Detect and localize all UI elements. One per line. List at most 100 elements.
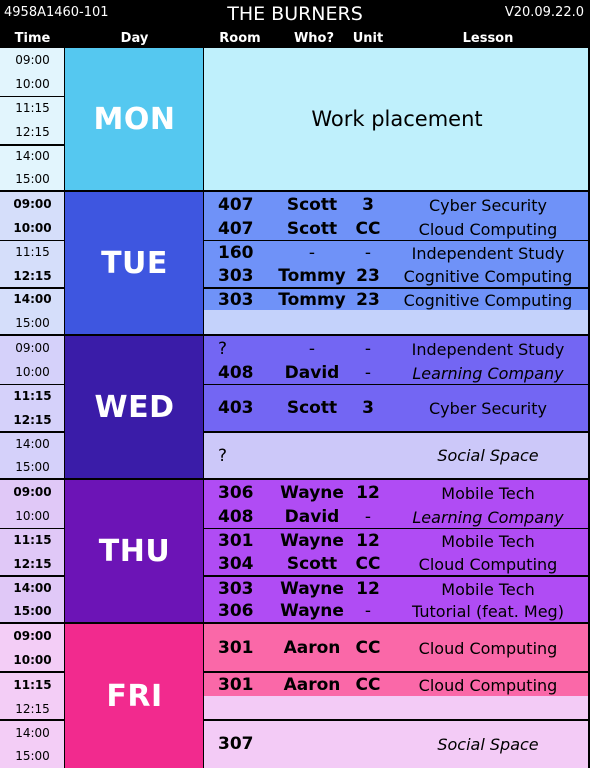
room: 306 (218, 483, 254, 503)
unit: 12 (356, 579, 380, 599)
teacher: Tommy (278, 290, 346, 310)
unit: 3 (362, 195, 374, 215)
divider (0, 431, 65, 433)
lesson-row: ? - - Independent Study (204, 337, 590, 361)
room: 301 (218, 531, 254, 551)
room: 303 (218, 579, 254, 599)
lesson-row: 407 Scott 3 Cyber Security (204, 193, 590, 217)
lesson-row: 307 Social Space (204, 721, 590, 767)
teacher: David (284, 507, 340, 527)
teacher: - (308, 339, 316, 359)
lesson: Learning Company (412, 507, 564, 527)
time-slot: 12:15 (13, 413, 52, 427)
room: 301 (218, 638, 254, 658)
lesson: Independent Study (411, 243, 565, 263)
divider (0, 671, 65, 673)
time-slot: 10:00 (15, 509, 50, 523)
divider (0, 384, 65, 385)
time-slot: 15:00 (13, 604, 52, 618)
divider (0, 719, 65, 721)
time-slot: 15:00 (15, 316, 50, 330)
teacher: Aaron (283, 638, 341, 658)
lesson: Mobile Tech (441, 579, 535, 599)
day-label-mon: MON (65, 48, 204, 190)
divider (0, 96, 65, 97)
lesson: Mobile Tech (441, 531, 535, 551)
lesson-row: 160 - - Independent Study (204, 241, 590, 265)
lesson-row: 304 Scott CC Cloud Computing (204, 552, 590, 576)
time-slot: 10:00 (13, 221, 52, 235)
time-slot: 15:00 (15, 172, 50, 186)
lesson: Cognitive Computing (403, 266, 573, 286)
teacher: - (308, 243, 316, 263)
time-slot: 09:00 (15, 341, 50, 355)
unit: CC (355, 219, 381, 239)
col-header-lesson: Lesson (462, 31, 514, 46)
divider (0, 240, 65, 241)
lesson: Cyber Security (428, 398, 547, 418)
unit: CC (355, 554, 381, 574)
lesson-row: 407 Scott CC Cloud Computing (204, 217, 590, 241)
room: ? (218, 339, 228, 359)
room: 403 (218, 398, 254, 418)
col-header-who: Who? (293, 31, 335, 46)
unit (350, 433, 386, 478)
time-slot: 10:00 (13, 653, 52, 667)
col-header-room: Room (219, 31, 261, 46)
time-slot: 14:00 (15, 149, 50, 163)
lesson-row: 306 Wayne - Tutorial (feat. Meg) (204, 600, 590, 622)
lesson: Cloud Computing (418, 675, 558, 695)
divider (0, 144, 65, 146)
lesson-row: 301 Wayne 12 Mobile Tech (204, 529, 590, 553)
lesson: Cyber Security (428, 195, 547, 215)
time-slot: 09:00 (15, 53, 50, 67)
lesson-row: 303 Tommy 23 Cognitive Computing (204, 289, 590, 311)
time-slot: 09:00 (13, 197, 52, 211)
time-slot: 14:00 (15, 437, 50, 451)
room: 303 (218, 266, 254, 286)
lesson-row: 301 Aaron CC Cloud Computing (204, 625, 590, 671)
room: 303 (218, 290, 254, 310)
room: 307 (218, 734, 254, 754)
lesson-row: 403 Scott 3 Cyber Security (204, 385, 590, 431)
lesson: Tutorial (feat. Meg) (412, 601, 564, 621)
teacher: David (284, 363, 340, 383)
lesson-row: 303 Tommy 23 Cognitive Computing (204, 264, 590, 288)
divider (203, 48, 204, 768)
teacher: Wayne (280, 483, 344, 503)
unit: 23 (356, 266, 380, 286)
time-slot: 14:00 (13, 581, 52, 595)
time-slot: 14:00 (13, 292, 52, 306)
room: 304 (218, 554, 254, 574)
teacher: Scott (286, 554, 338, 574)
time-slot: 09:00 (13, 629, 52, 643)
lesson-row: 301 Aaron CC Cloud Computing (204, 673, 590, 697)
teacher: Tommy (278, 266, 346, 286)
time-slot: 12:15 (13, 557, 52, 571)
time-slot: 12:15 (15, 125, 50, 139)
unit: 12 (356, 531, 380, 551)
divider (0, 575, 65, 577)
unit: - (364, 243, 372, 263)
teacher: Wayne (280, 601, 344, 621)
unit: - (364, 339, 372, 359)
time-slot: 11:15 (15, 245, 50, 259)
time-slot: 11:15 (13, 678, 52, 692)
lesson-row: 408 David - Learning Company (204, 361, 590, 385)
unit: - (364, 363, 372, 383)
day-label-tue: TUE (65, 192, 204, 334)
unit: - (364, 507, 372, 527)
time-slot: 12:15 (13, 269, 52, 283)
time-slot: 11:15 (15, 101, 50, 115)
unit: - (364, 601, 372, 621)
lesson-row: 408 David - Learning Company (204, 505, 590, 529)
room: 407 (218, 219, 254, 239)
lesson: Learning Company (412, 363, 564, 383)
lesson-row: 306 Wayne 12 Mobile Tech (204, 481, 590, 505)
col-header-unit: Unit (352, 31, 384, 46)
room: 408 (218, 363, 254, 383)
lesson: Social Space (437, 446, 539, 465)
header-bar: 4958A1460-101 THE BURNERS V20.09.22.0 Ti… (0, 0, 590, 48)
timetable-page: { "header": { "code": "4958A1460-101", "… (0, 0, 590, 768)
lesson-row: 303 Wayne 12 Mobile Tech (204, 577, 590, 601)
